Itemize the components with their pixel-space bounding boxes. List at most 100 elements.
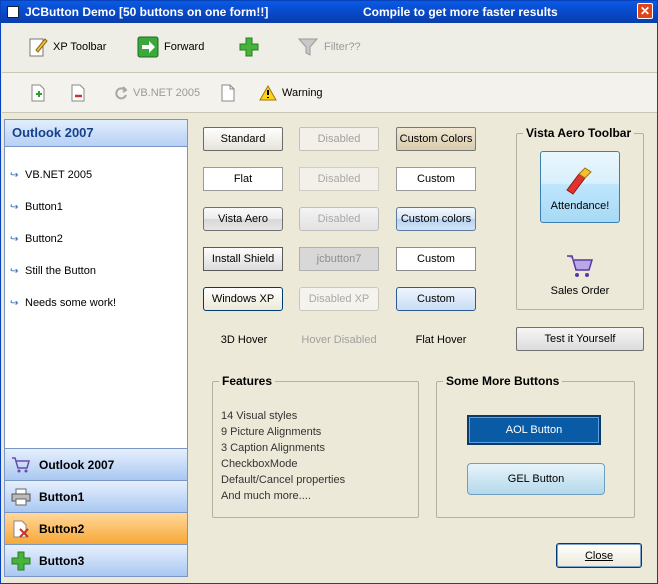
window-subtitle: Compile to get more faster results [363,5,558,19]
features-group: Features 14 Visual styles 9 Picture Alig… [212,374,419,518]
feature-line: CheckboxMode [221,458,298,470]
standard-disabled-button[interactable]: Disabled [299,127,379,151]
close-button[interactable]: Close [556,543,642,568]
sidebar-item-label: Button1 [25,201,63,213]
new-document-button[interactable] [30,81,46,105]
sidebar-item-needs-work[interactable]: ↪ Needs some work! [5,287,187,319]
title-bar: JCButton Demo [50 buttons on one form!!]… [1,1,657,23]
more-buttons-legend: Some More Buttons [443,374,563,388]
refresh-icon [115,86,128,100]
flat-button[interactable]: Flat [203,167,283,191]
custom-colors-button[interactable]: Custom Colors [396,127,476,151]
windows-xp-custom-button[interactable]: Custom [396,287,476,311]
sidebar-list: ↪ VB.NET 2005 ↪ Button1 ↪ Button2 ↪ Still th… [5,147,187,319]
document-remove-icon [71,84,85,102]
outlook-button-label: Outlook 2007 [39,457,115,472]
forward-button[interactable]: Forward [137,35,204,59]
3d-hover-button[interactable]: 3D Hover [204,334,284,346]
feature-line: Default/Cancel properties [221,474,346,486]
vbnet-button[interactable]: VB.NET 2005 [114,81,200,105]
link-arrow-icon: ↪ [10,233,19,245]
sidebar-item-button1[interactable]: ↪ Button1 [5,191,187,223]
install-shield-disabled-button[interactable]: jcbutton7 [299,247,379,271]
install-shield-custom-button[interactable]: Custom [396,247,476,271]
more-buttons-group: Some More Buttons [436,374,635,518]
install-shield-button[interactable]: Install Shield [203,247,283,271]
features-legend: Features [219,374,276,388]
outlook-button-label: Button3 [39,553,85,568]
outlook-button-label: Button2 [39,521,85,536]
link-arrow-icon: ↪ [10,169,19,181]
xp-toolbar-label: XP Toolbar [53,41,107,53]
xp-toolbar-button[interactable]: XP Toolbar [28,35,106,59]
test-it-yourself-button[interactable]: Test it Yourself [516,327,644,351]
blank-document-icon [221,84,235,102]
forward-label: Forward [164,41,205,53]
plus-icon [239,37,259,57]
remove-document-button[interactable] [70,81,86,105]
window-title: JCButton Demo [50 buttons on one form!!] [25,5,269,19]
shopping-cart-icon [567,255,594,277]
delete-document-icon [13,520,29,538]
sales-order-button[interactable]: Sales Order [540,241,620,297]
outlook-button-button1[interactable]: Button1 [5,480,187,512]
forward-arrow-icon [137,36,159,58]
outlook-button-outlook2007[interactable]: Outlook 2007 [5,448,187,480]
attendance-label: Attendance! [550,200,610,212]
warning-button[interactable]: Warning [259,81,323,105]
printer-icon [11,488,31,505]
outlook-button-label: Button1 [39,489,85,504]
plus-icon [11,551,31,570]
warning-icon [259,85,277,101]
toolbar-primary: XP Toolbar Forward Filter?? [2,23,657,73]
gel-button[interactable]: GEL Button [467,463,605,495]
feature-line: And much more.... [221,490,311,502]
sidebar-item-button2[interactable]: ↪ Button2 [5,223,187,255]
flat-hover-button[interactable]: Flat Hover [401,334,481,346]
vista-aero-custom-button[interactable]: Custom colors [396,207,476,231]
warning-label: Warning [282,87,323,99]
vbnet-label: VB.NET 2005 [133,87,201,99]
sidebar-item-vbnet[interactable]: ↪ VB.NET 2005 [5,159,187,191]
blank-document-button[interactable] [220,81,236,105]
outlook-button-button3[interactable]: Button3 [5,544,187,576]
vista-aero-toolbar-legend: Vista Aero Toolbar [523,126,635,140]
pencil-document-icon [29,38,48,57]
link-arrow-icon: ↪ [10,265,19,277]
sidebar-item-label: Still the Button [25,265,96,277]
vista-aero-disabled-button[interactable]: Disabled [299,207,379,231]
link-arrow-icon: ↪ [10,201,19,213]
link-arrow-icon: ↪ [10,297,19,309]
window-close-button[interactable]: ✕ [637,3,653,19]
standard-button[interactable]: Standard [203,127,283,151]
document-add-icon [31,84,45,102]
feature-line: 14 Visual styles [221,410,298,422]
shopping-cart-icon [12,456,30,472]
outlook-button-button2[interactable]: Button2 [5,512,187,544]
flat-custom-button[interactable]: Custom [396,167,476,191]
paintbrush-icon [566,167,592,195]
app-icon [7,6,19,18]
feature-line: 3 Caption Alignments [221,442,325,454]
features-list: 14 Visual styles 9 Picture Alignments 3 … [221,408,345,504]
toolbar-secondary: VB.NET 2005 Warning [2,73,657,113]
sidebar-item-label: Button2 [25,233,63,245]
main-window: JCButton Demo [50 buttons on one form!!]… [0,0,658,584]
add-button[interactable] [238,35,260,59]
filter-button[interactable]: Filter?? [297,35,361,59]
aol-button[interactable]: AOL Button [467,415,601,445]
close-button-label: Close [584,549,614,562]
vista-aero-button[interactable]: Vista Aero [203,207,283,231]
sidebar-item-still-button[interactable]: ↪ Still the Button [5,255,187,287]
hover-disabled-button[interactable]: Hover Disabled [299,334,379,346]
windows-xp-disabled-button[interactable]: Disabled XP [299,287,379,311]
sidebar-item-label: VB.NET 2005 [25,169,93,181]
filter-label: Filter?? [324,41,361,53]
windows-xp-button[interactable]: Windows XP [203,287,283,311]
feature-line: 9 Picture Alignments [221,426,322,438]
filter-funnel-icon [297,38,319,56]
sales-order-label: Sales Order [550,285,610,297]
sidebar-header: Outlook 2007 [5,120,187,147]
attendance-button[interactable]: Attendance! [540,151,620,223]
flat-disabled-button[interactable]: Disabled [299,167,379,191]
